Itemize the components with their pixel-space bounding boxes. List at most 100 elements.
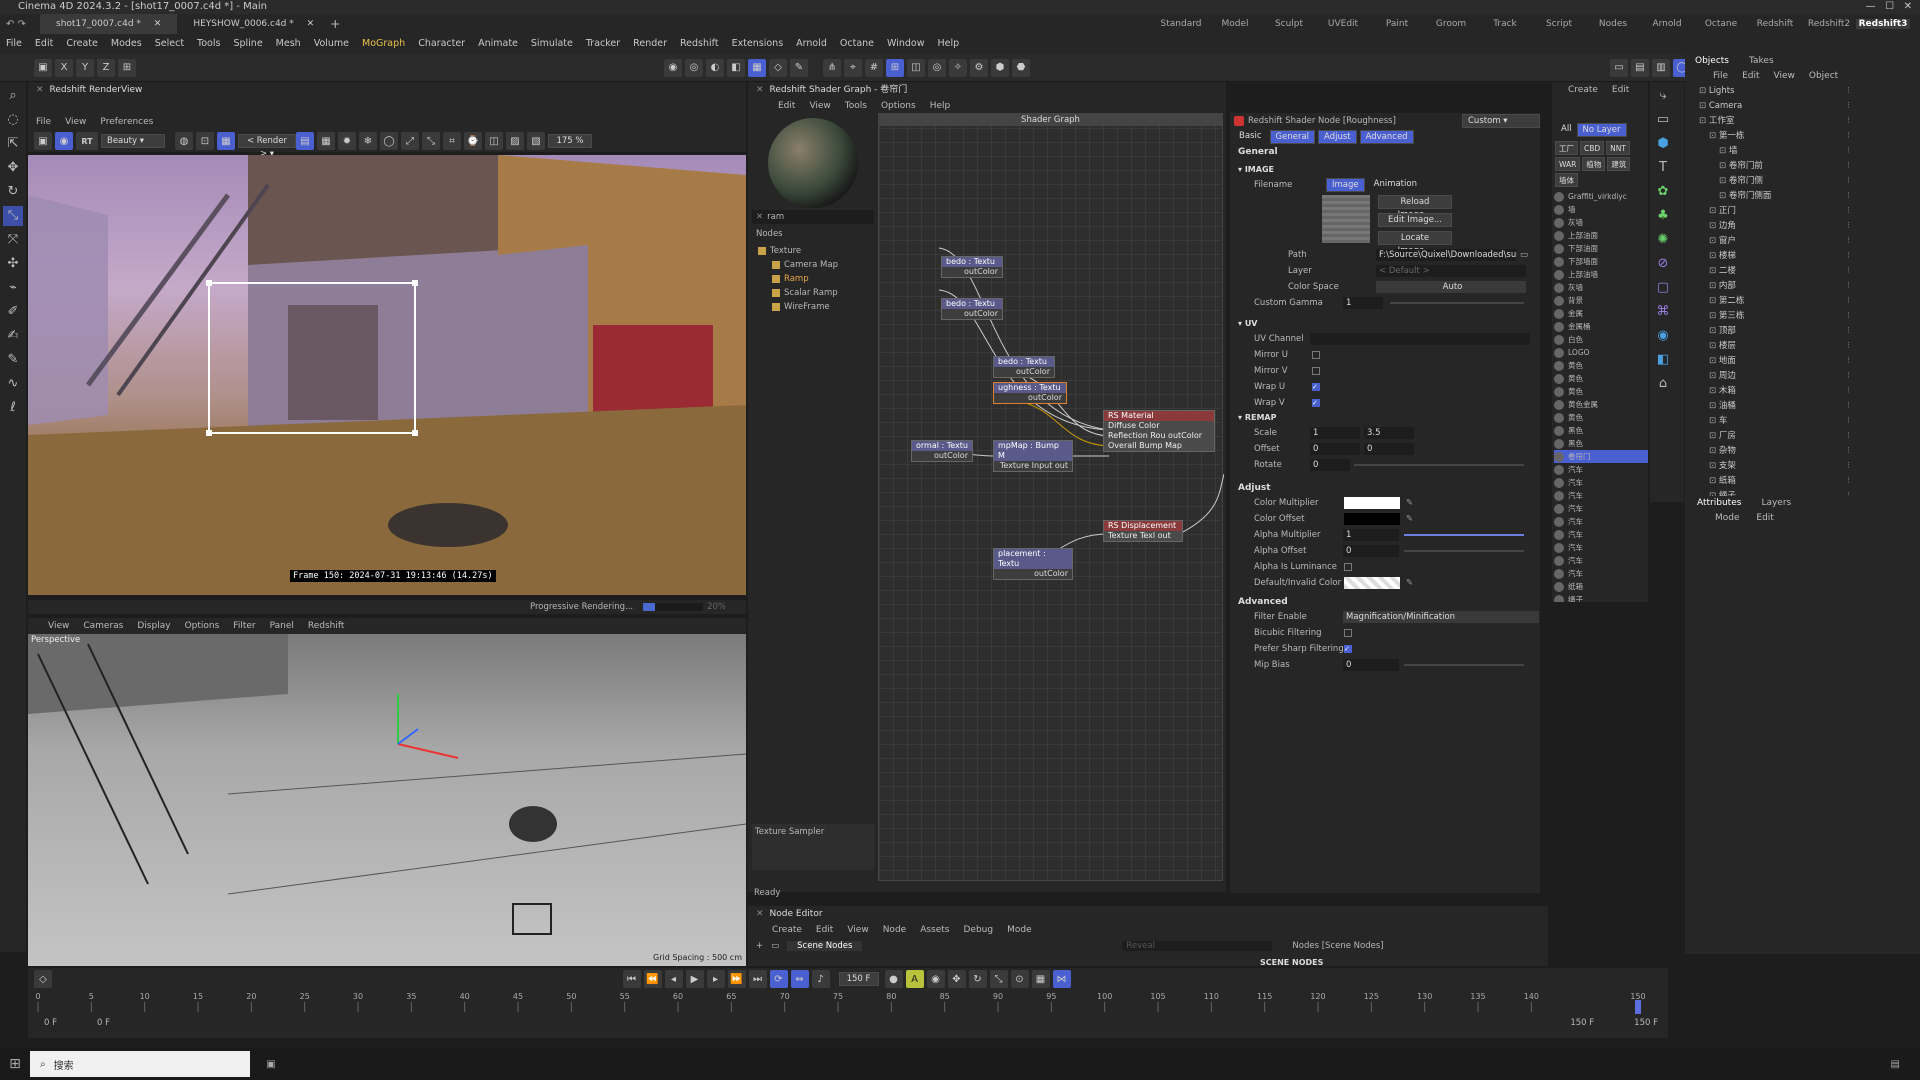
menu-item[interactable]: View <box>847 925 868 935</box>
loop-icon[interactable]: ⟳ <box>769 970 788 988</box>
menu-item[interactable]: Options <box>881 101 916 111</box>
material-item[interactable]: 背景 <box>1554 294 1648 307</box>
material-item[interactable]: 上部油墙 <box>1554 268 1648 281</box>
picture-viewer-icon[interactable]: ▥ <box>1652 58 1670 77</box>
menu-item[interactable]: Edit <box>1742 71 1759 81</box>
visibility-icon[interactable]: ⁝ <box>1847 339 1850 354</box>
move-icon[interactable]: ✥ <box>3 158 23 178</box>
object-row[interactable]: ⊡ 卷帘门前 ⁝ <box>1699 159 1920 174</box>
object-row[interactable]: ⊡ 厂房 ⁝ <box>1699 429 1920 444</box>
path-field[interactable]: F:\Source\Quixel\Downloaded\surfa <box>1376 249 1516 261</box>
object-row[interactable]: ⊡ 油桶 ⁝ <box>1699 399 1920 414</box>
y-axis-button[interactable]: Y <box>76 58 94 77</box>
render-region-icon[interactable]: ◉ <box>664 58 682 77</box>
menu-item[interactable]: File <box>36 117 51 127</box>
range-icon[interactable]: ⇔ <box>790 970 809 988</box>
record-icon[interactable]: ● <box>884 970 903 988</box>
color-multiplier-swatch[interactable] <box>1344 497 1400 509</box>
next-key-icon[interactable]: ⏩ <box>727 970 746 988</box>
material-item[interactable]: 下部墙面 <box>1554 255 1648 268</box>
effector-icon[interactable]: ✺ <box>1653 230 1673 250</box>
region-icon[interactable]: ⊡ <box>196 132 214 150</box>
objects-tab[interactable]: Objects <box>1695 56 1729 66</box>
material-item[interactable]: 黄色金属 <box>1554 398 1648 411</box>
motion-icon[interactable]: ✧ <box>949 58 967 77</box>
node-tree-item[interactable]: Texture <box>758 244 838 258</box>
image-tab[interactable]: Image <box>1326 178 1365 192</box>
region-handle[interactable] <box>412 280 418 286</box>
reveal-input[interactable]: Reveal <box>1122 941 1273 951</box>
add-icon[interactable]: + <box>756 941 763 951</box>
visibility-icon[interactable]: ⁝ <box>1847 444 1850 459</box>
image-section[interactable]: ▾ IMAGE <box>1230 163 1540 177</box>
visibility-icon[interactable]: ⁝ <box>1847 459 1850 474</box>
octane-icon[interactable]: ⬣ <box>1012 58 1030 77</box>
fit-icon[interactable]: ⤢ <box>401 132 419 150</box>
layer-tag[interactable]: 建筑 <box>1607 157 1631 171</box>
mip-bias-field[interactable]: 0 <box>1343 659 1399 671</box>
material-item[interactable]: 汽车 <box>1554 476 1648 489</box>
pencil-icon[interactable]: ✎ <box>3 350 23 370</box>
visibility-icon[interactable]: ⁝ <box>1847 114 1850 129</box>
visibility-icon[interactable]: ⁝ <box>1847 144 1850 159</box>
visibility-icon[interactable]: ⁝ <box>1847 234 1850 249</box>
object-row[interactable]: ⊡ 地面 ⁝ <box>1699 354 1920 369</box>
render-mode-dropdown[interactable]: < Render > ▾ <box>238 134 296 159</box>
menu-item[interactable]: Panel <box>270 621 294 631</box>
visibility-icon[interactable]: ⁝ <box>1847 204 1850 219</box>
brush-icon[interactable]: ✐ <box>3 302 23 322</box>
menu-item[interactable]: Volume <box>314 38 349 49</box>
shader-node-selected[interactable]: ughness : Textu outColor <box>993 382 1067 404</box>
layout-13[interactable]: Redshift3 <box>1856 19 1910 29</box>
object-row[interactable]: ⊡ 第二栋 ⁝ <box>1699 294 1920 309</box>
layers-icon[interactable]: ▧ <box>527 132 545 150</box>
doc-tab-shot17[interactable]: shot17_0007.c4d * ✕ <box>40 14 178 34</box>
menu-item[interactable]: Tools <box>845 101 867 111</box>
visibility-icon[interactable]: ⁝ <box>1847 354 1850 369</box>
visibility-icon[interactable]: ⁝ <box>1847 219 1850 234</box>
circle-icon[interactable]: ◯ <box>380 132 398 150</box>
visibility-icon[interactable]: ⁝ <box>1847 249 1850 264</box>
object-row[interactable]: ⊡ 第一栋 ⁝ <box>1699 129 1920 144</box>
layers-tab[interactable]: Layers <box>1761 498 1791 508</box>
key-scale-icon[interactable]: ⤡ <box>989 970 1008 988</box>
menu-item[interactable]: Create <box>66 38 98 49</box>
snap-icon[interactable]: ⌖ <box>844 58 862 77</box>
object-row[interactable]: ⊡ 工作室 ⁝ <box>1699 114 1920 129</box>
paint-icon[interactable]: ✍ <box>3 326 23 346</box>
takes-tab[interactable]: Takes <box>1749 56 1774 66</box>
text-icon[interactable]: T <box>1653 158 1673 178</box>
material-item[interactable]: 汽车 <box>1554 502 1648 515</box>
material-item[interactable]: 黄色 <box>1554 372 1648 385</box>
cube-icon[interactable]: ⬢ <box>1653 134 1673 154</box>
object-row[interactable]: ⊡ 楼梯 ⁝ <box>1699 249 1920 264</box>
object-row[interactable]: ⊡ 二楼 ⁝ <box>1699 264 1920 279</box>
menu-item[interactable]: Edit <box>1612 85 1629 95</box>
material-item[interactable]: 汽车 <box>1554 554 1648 567</box>
autokey-icon[interactable]: A <box>905 970 924 988</box>
compare-icon[interactable]: ◫ <box>485 132 503 150</box>
menu-item[interactable]: Create <box>772 925 802 935</box>
folder-icon[interactable]: ▭ <box>1520 247 1528 263</box>
window-controls[interactable]: — ☐ ✕ <box>1866 0 1912 14</box>
visibility-icon[interactable]: ⁝ <box>1847 129 1850 144</box>
color-space-dropdown[interactable]: Auto <box>1376 281 1526 293</box>
layout-0[interactable]: Standard <box>1154 19 1208 29</box>
range-start[interactable]: 0 F <box>44 1018 57 1028</box>
uv-section[interactable]: ▾ UV <box>1230 317 1540 331</box>
material-item[interactable]: 金属桶 <box>1554 320 1648 333</box>
bicubic-checkbox[interactable] <box>1344 629 1352 637</box>
visibility-icon[interactable]: ⁝ <box>1847 294 1850 309</box>
key-param-icon[interactable]: ⊙ <box>1010 970 1029 988</box>
range-end-2[interactable]: 150 F <box>1634 1018 1658 1028</box>
visibility-icon[interactable]: ⁝ <box>1847 309 1850 324</box>
material-item[interactable]: Graffiti_virkdiyc <box>1554 190 1648 203</box>
material-item[interactable]: 墙 <box>1554 203 1648 216</box>
menu-item[interactable]: Extensions <box>732 38 784 49</box>
cloner-icon[interactable]: ♣ <box>1653 206 1673 226</box>
menu-item[interactable]: Help <box>930 101 951 111</box>
shader-node[interactable]: ormal : Textu outColor <box>911 440 973 462</box>
visibility-icon[interactable]: ⁝ <box>1847 384 1850 399</box>
alpha-multiplier-slider[interactable] <box>1404 534 1524 536</box>
menu-item[interactable]: Redshift <box>680 38 719 49</box>
